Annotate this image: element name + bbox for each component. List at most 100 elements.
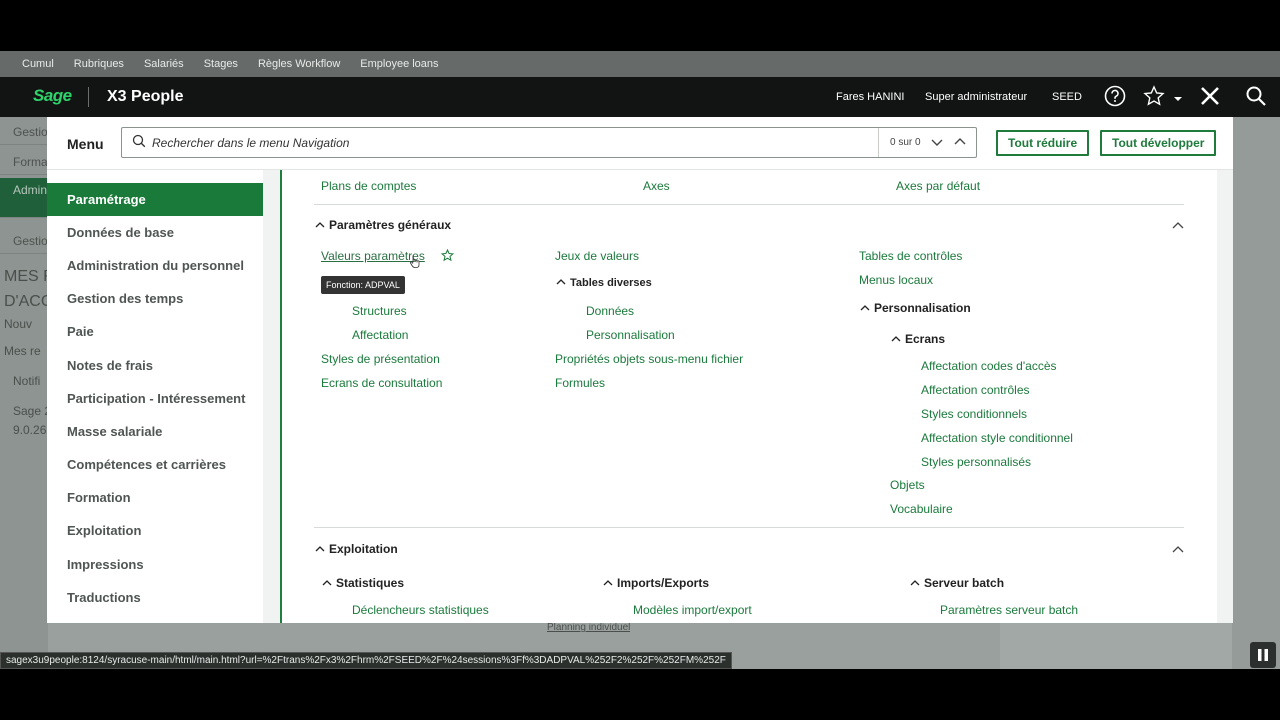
function-tooltip: Fonction: ADPVAL xyxy=(321,276,405,294)
cursor-hand-icon xyxy=(409,254,421,273)
link-parametres-serveur-batch[interactable]: Paramètres serveur batch xyxy=(940,603,1078,617)
chevron-up-icon xyxy=(891,336,901,342)
link-affectation-style-conditionnel[interactable]: Affectation style conditionnel xyxy=(921,431,1073,445)
link-modeles-import-export[interactable]: Modèles import/export xyxy=(633,603,752,617)
collapse-all-button[interactable]: Tout réduire xyxy=(996,130,1090,156)
group-tables-diverses[interactable]: Tables diverses xyxy=(556,277,652,289)
sidebar-item-notes-de-frais[interactable]: Notes de frais xyxy=(47,349,263,382)
menu-label: Menu xyxy=(67,136,104,152)
tab-stages[interactable]: Stages xyxy=(194,58,248,70)
link-plans-de-comptes[interactable]: Plans de comptes xyxy=(321,179,416,193)
user-name[interactable]: Fares HANINI xyxy=(836,91,904,103)
tab-regles-workflow[interactable]: Règles Workflow xyxy=(248,58,350,70)
section-exploitation[interactable]: Exploitation xyxy=(315,542,398,556)
link-menus-locaux[interactable]: Menus locaux xyxy=(859,273,933,287)
help-icon[interactable] xyxy=(1104,85,1126,112)
tab-salaries[interactable]: Salariés xyxy=(134,58,194,70)
header-separator xyxy=(88,87,89,107)
link-personnalisation[interactable]: Personnalisation xyxy=(586,328,675,342)
folder-name[interactable]: SEED xyxy=(1052,91,1082,103)
background-sidebar: Gestio Forma Admin perso Gestio xyxy=(0,117,48,669)
chevron-down-icon[interactable] xyxy=(1173,91,1183,109)
menu-sidebar: Paramétrage Données de base Administrati… xyxy=(47,170,263,623)
sidebar-item-competences[interactable]: Compétences et carrières xyxy=(47,448,263,481)
menu-header: Menu 0 sur 0 Tout réduire Tout dévelop xyxy=(47,117,1233,170)
bg-heading: D'ACC xyxy=(4,293,48,310)
link-affectation-codes-acces[interactable]: Affectation codes d'accès xyxy=(921,359,1057,373)
tab-rubriques[interactable]: Rubriques xyxy=(64,58,134,70)
tab-cumul[interactable]: Cumul xyxy=(12,58,64,70)
link-affectation-controles[interactable]: Affectation contrôles xyxy=(921,383,1030,397)
link-styles-presentation[interactable]: Styles de présentation xyxy=(321,352,440,366)
bg-text: Nouv xyxy=(4,317,33,331)
star-icon[interactable] xyxy=(1143,85,1165,112)
chevron-up-icon xyxy=(860,305,870,311)
link-proprietes-objets[interactable]: Propriétés objets sous-menu fichier xyxy=(555,352,743,366)
sidebar-item-impressions[interactable]: Impressions xyxy=(47,548,263,581)
link-formules[interactable]: Formules xyxy=(555,376,605,390)
group-personnalisation[interactable]: Personnalisation xyxy=(860,301,971,315)
group-ecrans[interactable]: Ecrans xyxy=(891,332,945,346)
group-statistiques[interactable]: Statistiques xyxy=(322,576,404,590)
link-tables-controles[interactable]: Tables de contrôles xyxy=(859,249,962,263)
collapse-section-icon[interactable] xyxy=(1172,218,1184,236)
link-styles-conditionnels[interactable]: Styles conditionnels xyxy=(921,407,1027,421)
group-imports-exports[interactable]: Imports/Exports xyxy=(603,576,709,590)
sidebar-item-gestion-temps[interactable]: Gestion des temps xyxy=(47,282,263,315)
section-title: Exploitation xyxy=(329,542,398,556)
sidebar-item-parametrage[interactable]: Paramétrage xyxy=(47,183,263,216)
sidebar-item-masse-salariale[interactable]: Masse salariale xyxy=(47,415,263,448)
favorite-star-icon[interactable] xyxy=(440,248,455,267)
link-ecrans-consultation[interactable]: Ecrans de consultation xyxy=(321,376,442,390)
chevron-up-icon xyxy=(556,279,566,285)
sidebar-item-exploitation[interactable]: Exploitation xyxy=(47,514,263,547)
link-axes-par-defaut[interactable]: Axes par défaut xyxy=(896,179,980,193)
link-donnees[interactable]: Données xyxy=(586,304,634,318)
link-structures[interactable]: Structures xyxy=(352,304,407,318)
link-axes[interactable]: Axes xyxy=(643,179,670,193)
app-title: X3 People xyxy=(107,88,184,105)
chevron-down-icon[interactable] xyxy=(930,135,944,149)
bg-text: Sage 2 xyxy=(13,404,48,418)
sidebar-item-administration-personnel[interactable]: Administration du personnel xyxy=(47,249,263,282)
link-vocabulaire[interactable]: Vocabulaire xyxy=(890,502,953,516)
link-jeux-de-valeurs[interactable]: Jeux de valeurs xyxy=(555,249,639,263)
background-right-strip xyxy=(1232,117,1280,669)
group-title: Imports/Exports xyxy=(617,576,710,590)
collapse-section-icon[interactable] xyxy=(1172,542,1184,560)
app-header: Sage X3 People Fares HANINI Super admini… xyxy=(0,77,1280,117)
link-declencheurs-statistiques[interactable]: Déclencheurs statistiques xyxy=(352,603,489,617)
sidebar-item-formation[interactable]: Formation xyxy=(47,481,263,514)
bg-row: Forma xyxy=(0,147,48,175)
sidebar-item-participation[interactable]: Participation - Intéressement xyxy=(47,382,253,415)
sidebar-gutter xyxy=(263,170,281,623)
tab-employee-loans[interactable]: Employee loans xyxy=(350,58,448,70)
sidebar-item-traductions[interactable]: Traductions xyxy=(47,581,263,614)
expand-all-button[interactable]: Tout développer xyxy=(1100,130,1217,156)
section-parametres-generaux[interactable]: Paramètres généraux xyxy=(315,218,451,232)
divider xyxy=(314,527,1184,528)
bg-row: Gestio xyxy=(0,117,48,145)
search-icon[interactable] xyxy=(1245,85,1267,112)
close-icon[interactable] xyxy=(1199,85,1221,112)
search-icon xyxy=(132,134,148,150)
bg-heading: MES R xyxy=(4,268,48,285)
sidebar-item-paie[interactable]: Paie xyxy=(47,315,263,348)
link-styles-personnalises[interactable]: Styles personnalisés xyxy=(921,455,1031,469)
user-role[interactable]: Super administrateur xyxy=(925,91,1027,103)
link-affectation[interactable]: Affectation xyxy=(352,328,408,342)
menu-scrollbar[interactable] xyxy=(1217,170,1233,623)
sage-logo[interactable]: Sage xyxy=(33,86,72,106)
bg-text: 9.0.26 xyxy=(13,423,47,437)
chevron-up-icon[interactable] xyxy=(953,135,967,149)
link-objets[interactable]: Objets xyxy=(890,478,925,492)
group-serveur-batch[interactable]: Serveur batch xyxy=(910,576,1004,590)
bg-link: Planning individuel xyxy=(547,622,631,633)
bg-row: Gestio xyxy=(0,226,48,254)
group-title: Personnalisation xyxy=(874,301,971,315)
chevron-up-icon xyxy=(603,580,613,586)
sidebar-item-donnees-de-base[interactable]: Données de base xyxy=(47,216,263,249)
menu-search-input[interactable] xyxy=(152,133,872,153)
pause-button[interactable] xyxy=(1250,642,1276,668)
menu-content: Plans de comptes Axes Axes par défaut Pa… xyxy=(282,170,1216,623)
